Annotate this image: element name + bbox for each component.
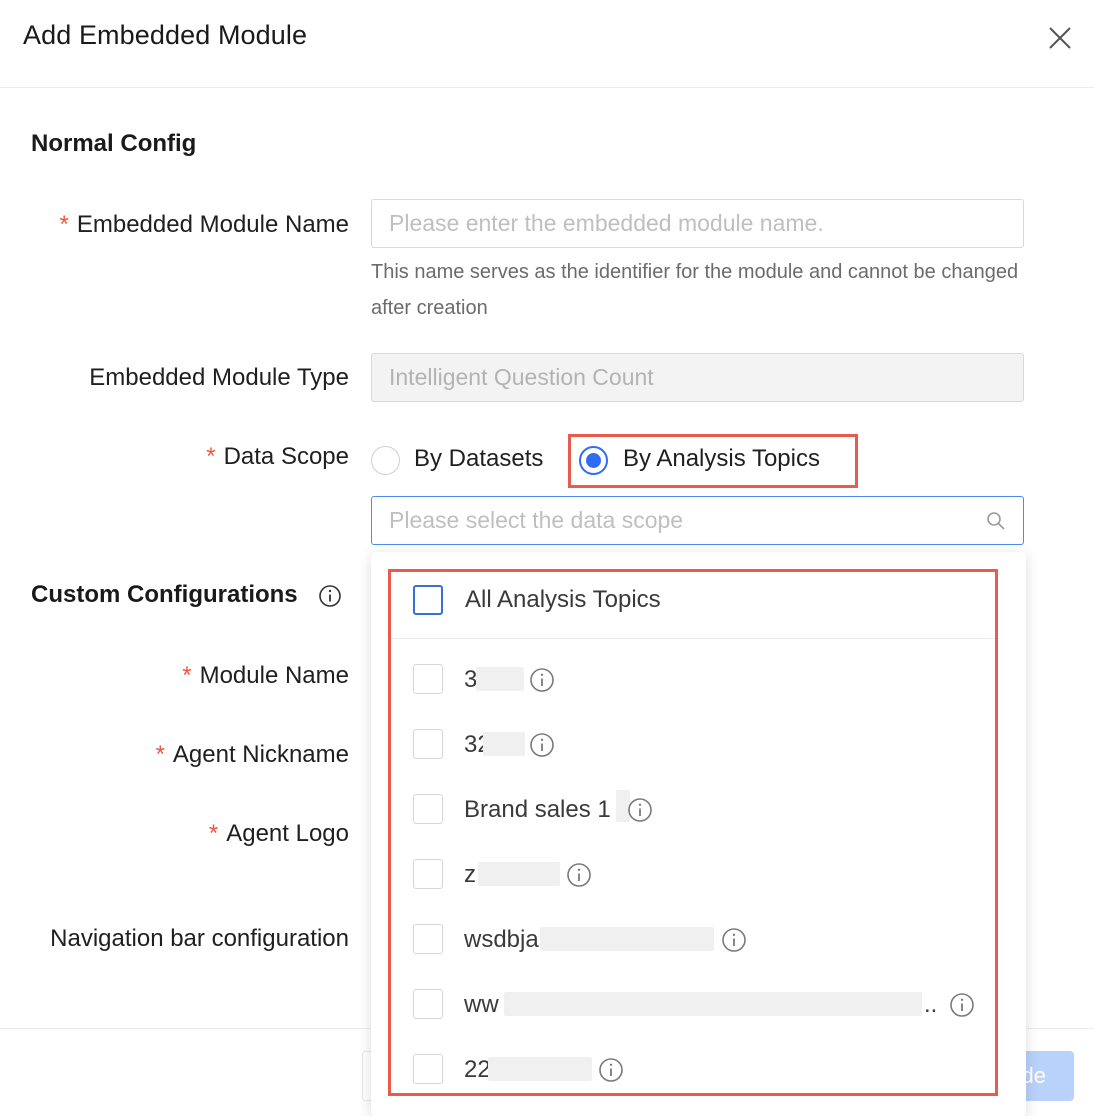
radio-by-datasets-label[interactable]: By Datasets <box>414 445 543 473</box>
data-scope-select[interactable]: Please select the data scope <box>371 496 1024 545</box>
required-mark: * <box>59 211 69 238</box>
module-name-label: * Module Name <box>182 662 349 689</box>
info-icon[interactable] <box>318 584 342 608</box>
required-mark: * <box>206 443 216 470</box>
embedded-module-type-label: Embedded Module Type <box>89 364 349 391</box>
nav-bar-config-label: Navigation bar configuration <box>50 925 349 952</box>
highlight-box-dropdown <box>388 569 998 1096</box>
embedded-module-name-input[interactable]: Please enter the embedded module name. <box>371 199 1024 248</box>
radio-by-datasets[interactable] <box>371 446 400 475</box>
embedded-module-type-field: Intelligent Question Count <box>371 353 1024 402</box>
required-mark: * <box>155 741 165 768</box>
normal-config-title: Normal Config <box>31 130 197 157</box>
required-mark: * <box>208 820 219 847</box>
module-name-help-text: This name serves as the identifier for t… <box>371 261 1019 319</box>
agent-logo-label: * Agent Logo <box>208 820 349 847</box>
dialog-title: Add Embedded Module <box>23 20 308 50</box>
search-icon[interactable] <box>986 511 1006 531</box>
data-scope-label: * Data Scope <box>206 443 349 470</box>
close-icon[interactable] <box>1046 24 1074 52</box>
embedded-module-name-label: * Embedded Module Name <box>59 211 350 238</box>
required-mark: * <box>182 662 192 689</box>
dialog-header: Add Embedded Module <box>0 0 1094 88</box>
agent-nickname-label: * Agent Nickname <box>155 741 349 768</box>
custom-config-title: Custom Configurations <box>31 581 298 608</box>
highlight-box-radio <box>568 434 858 488</box>
